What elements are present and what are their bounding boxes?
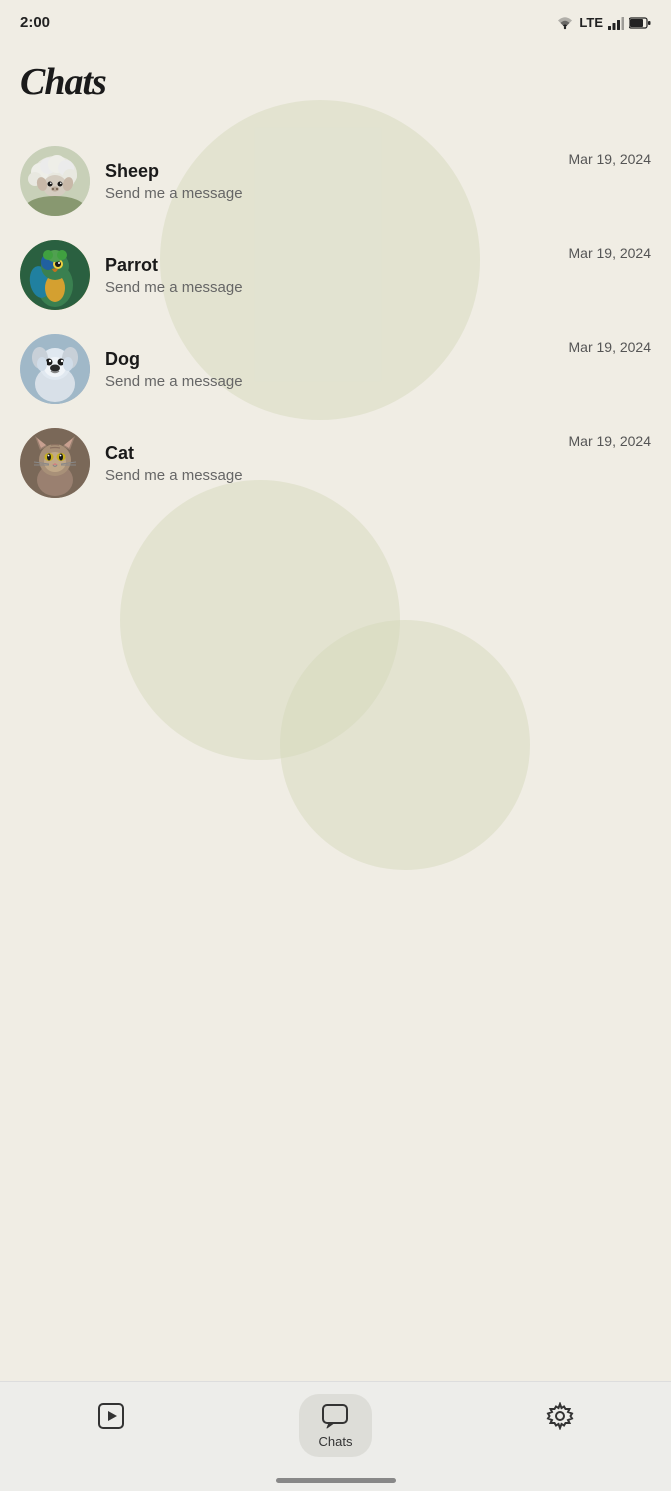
chat-name-dog: Dog	[105, 349, 554, 370]
page-title-section: Chats	[0, 40, 671, 114]
chat-name-sheep: Sheep	[105, 161, 554, 182]
avatar-sheep	[20, 146, 90, 216]
chat-name-cat: Cat	[105, 443, 554, 464]
bg-decoration-3	[280, 620, 530, 870]
chat-content-parrot: Parrot Send me a message	[90, 255, 569, 296]
battery-icon	[629, 17, 651, 29]
chat-item-parrot[interactable]: Parrot Send me a message Mar 19, 2024	[0, 228, 671, 322]
chat-name-parrot: Parrot	[105, 255, 554, 276]
nav-label-chats: Chats	[319, 1434, 353, 1449]
chat-list: Sheep Send me a message Mar 19, 2024	[0, 114, 671, 530]
nav-item-stories[interactable]	[77, 1394, 145, 1438]
status-icons: LTE	[556, 15, 651, 30]
chat-time-cat: Mar 19, 2024	[569, 428, 652, 449]
chat-bubble-icon	[321, 1402, 349, 1430]
chat-time-parrot: Mar 19, 2024	[569, 240, 652, 261]
chat-time-dog: Mar 19, 2024	[569, 334, 652, 355]
chat-time-sheep: Mar 19, 2024	[569, 146, 652, 167]
chat-item-sheep[interactable]: Sheep Send me a message Mar 19, 2024	[0, 134, 671, 228]
nav-item-settings[interactable]	[526, 1394, 594, 1438]
avatar-dog	[20, 334, 90, 404]
parrot-avatar-svg	[20, 240, 90, 310]
chat-preview-cat: Send me a message	[105, 467, 554, 484]
status-bar: 2:00 LTE	[0, 0, 671, 40]
signal-icon	[608, 16, 624, 30]
play-square-icon	[97, 1402, 125, 1430]
dog-avatar-svg	[20, 334, 90, 404]
chat-content-sheep: Sheep Send me a message	[90, 161, 569, 202]
page-title: Chats	[20, 60, 651, 104]
wifi-icon	[556, 16, 574, 30]
chat-preview-dog: Send me a message	[105, 373, 554, 390]
sheep-avatar-svg	[20, 146, 90, 216]
bottom-nav: Chats	[0, 1381, 671, 1491]
avatar-parrot	[20, 240, 90, 310]
chat-content-dog: Dog Send me a message	[90, 349, 569, 390]
chat-item-cat[interactable]: Cat Send me a message Mar 19, 2024	[0, 416, 671, 510]
cat-avatar-svg	[20, 428, 90, 498]
avatar-cat	[20, 428, 90, 498]
chat-preview-sheep: Send me a message	[105, 185, 554, 202]
status-time: 2:00	[20, 14, 50, 31]
chat-preview-parrot: Send me a message	[105, 279, 554, 296]
nav-item-chats[interactable]: Chats	[299, 1394, 373, 1457]
chat-item-dog[interactable]: Dog Send me a message Mar 19, 2024	[0, 322, 671, 416]
chat-content-cat: Cat Send me a message	[90, 443, 569, 484]
home-indicator	[276, 1478, 396, 1483]
gear-icon	[546, 1402, 574, 1430]
lte-label: LTE	[579, 15, 603, 30]
